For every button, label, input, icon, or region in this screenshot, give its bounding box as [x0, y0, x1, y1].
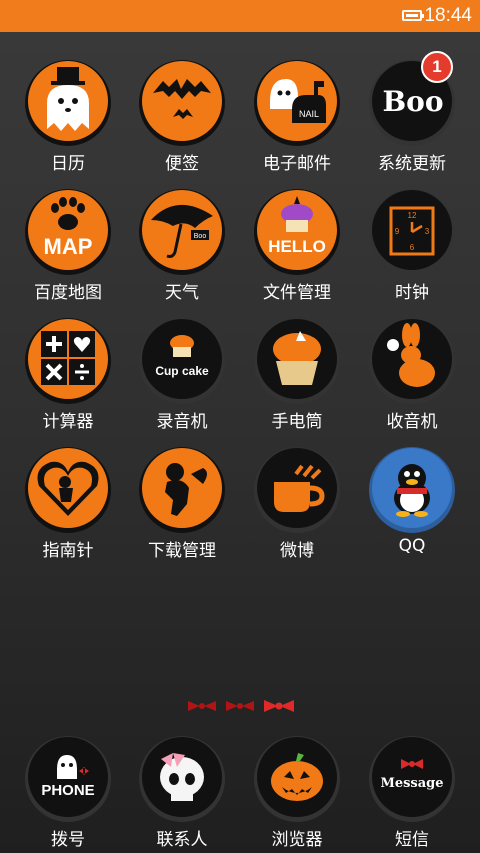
app-label: 百度地图 — [34, 283, 102, 303]
app-label: 短信 — [395, 830, 429, 850]
pumpkin-icon — [254, 736, 340, 822]
app-label: 录音机 — [156, 412, 208, 432]
mailbox-ghost-icon: NAIL — [254, 60, 340, 146]
cupid-heart-icon — [25, 447, 111, 533]
svg-text:HELLO: HELLO — [268, 237, 326, 256]
hello-cupcake-icon: HELLO — [254, 189, 340, 275]
app-label: 系统更新 — [378, 154, 446, 174]
calculator-icon — [25, 318, 111, 404]
cupcake-icon: Cup cake — [139, 318, 225, 404]
page-dot-active[interactable] — [264, 700, 294, 712]
app-label: 时钟 — [395, 283, 429, 303]
app-label: QQ — [398, 536, 426, 556]
cup-icon — [254, 447, 340, 533]
app-label: 微博 — [280, 541, 314, 561]
clock-icon: 12 3 6 9 — [369, 189, 455, 275]
app-recorder[interactable]: Cup cake 录音机 — [122, 315, 242, 432]
paw-map-icon: MAP — [25, 189, 111, 275]
app-calendar[interactable]: 日历 — [8, 57, 128, 174]
app-file-manager[interactable]: HELLO 文件管理 — [237, 186, 357, 303]
ghost-icon — [25, 60, 111, 146]
dock-messages[interactable]: Message 短信 — [352, 733, 472, 850]
phone-ghost-icon: PHONE — [25, 736, 111, 822]
battery-icon — [402, 10, 424, 21]
umbrella-icon: Boo — [139, 189, 225, 275]
status-bar: 18:44 — [0, 0, 480, 32]
penguin-icon — [369, 447, 455, 533]
svg-text:PHONE: PHONE — [41, 782, 94, 799]
app-label: 联系人 — [156, 830, 208, 850]
cupcake-flashlight-icon — [254, 318, 340, 404]
app-weibo[interactable]: 微博 — [237, 444, 357, 561]
app-system-update[interactable]: Boo 1 系统更新 — [352, 51, 472, 174]
app-flashlight[interactable]: 手电筒 — [237, 315, 357, 432]
app-label: 手电筒 — [271, 412, 323, 432]
svg-text:Message: Message — [380, 776, 443, 791]
app-label: 下载管理 — [148, 541, 216, 561]
app-label: 计算器 — [42, 412, 94, 432]
dock-contacts[interactable]: 联系人 — [122, 733, 242, 850]
notification-badge: 1 — [421, 51, 453, 83]
app-qq[interactable]: QQ — [352, 444, 472, 556]
app-weather[interactable]: Boo 天气 — [122, 186, 242, 303]
svg-text:Boo: Boo — [194, 233, 207, 240]
skull-bow-icon — [139, 736, 225, 822]
page-dot[interactable] — [188, 701, 216, 711]
app-notes[interactable]: 便签 — [122, 57, 242, 174]
app-compass[interactable]: 指南针 — [8, 444, 128, 561]
app-label: 文件管理 — [263, 283, 331, 303]
app-clock[interactable]: 12 3 6 9 时钟 — [352, 186, 472, 303]
dock-browser[interactable]: 浏览器 — [237, 733, 357, 850]
app-radio[interactable]: 收音机 — [352, 315, 472, 432]
svg-text:3: 3 — [425, 227, 430, 236]
svg-text:MAP: MAP — [44, 234, 93, 259]
svg-text:NAIL: NAIL — [299, 109, 319, 119]
message-icon: Message — [369, 736, 455, 822]
app-label: 指南针 — [42, 541, 94, 561]
svg-text:6: 6 — [410, 243, 415, 252]
cupid-icon — [139, 447, 225, 533]
app-label: 便签 — [165, 154, 199, 174]
clock-time: 18:44 — [424, 5, 472, 26]
bats-icon — [139, 60, 225, 146]
app-label: 收音机 — [386, 412, 438, 432]
app-email[interactable]: NAIL 电子邮件 — [237, 57, 357, 174]
app-label: 拨号 — [51, 830, 85, 850]
app-label: 天气 — [165, 283, 199, 303]
app-calculator[interactable]: 计算器 — [8, 315, 128, 432]
page-indicator — [186, 698, 296, 714]
dock-phone[interactable]: PHONE 拨号 — [8, 733, 128, 850]
app-download-manager[interactable]: 下载管理 — [122, 444, 242, 561]
svg-text:Boo: Boo — [382, 85, 443, 118]
page-dot[interactable] — [226, 701, 254, 711]
svg-text:Cup cake: Cup cake — [155, 364, 209, 378]
app-baidu-map[interactable]: MAP 百度地图 — [8, 186, 128, 303]
app-label: 浏览器 — [271, 830, 323, 850]
app-label: 日历 — [51, 154, 85, 174]
svg-text:9: 9 — [395, 227, 400, 236]
svg-text:12: 12 — [408, 211, 417, 220]
rabbit-icon — [369, 318, 455, 404]
app-label: 电子邮件 — [263, 154, 331, 174]
